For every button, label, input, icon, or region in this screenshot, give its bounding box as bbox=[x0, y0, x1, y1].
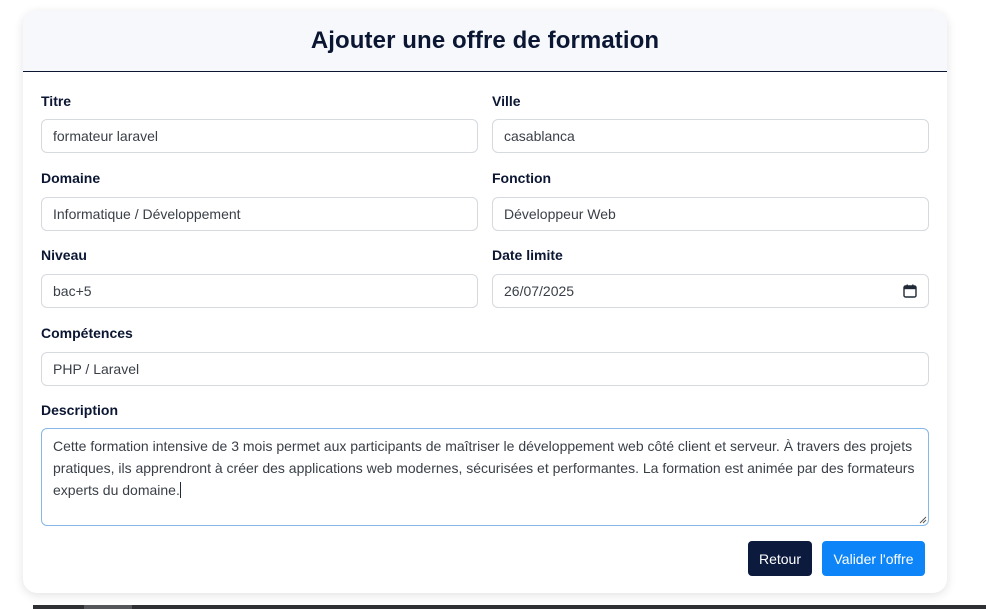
domaine-input[interactable]: Informatique / Développement bbox=[41, 197, 478, 231]
titre-input[interactable]: formateur laravel bbox=[41, 119, 478, 153]
back-button[interactable]: Retour bbox=[748, 541, 812, 576]
description-line-1: Cette formation intensive de 3 mois perm… bbox=[53, 438, 913, 454]
description-textarea[interactable]: Cette formation intensive de 3 mois perm… bbox=[41, 428, 929, 526]
competences-value: PHP / Laravel bbox=[53, 361, 140, 377]
competences-label: Compétences bbox=[41, 325, 133, 341]
titre-label: Titre bbox=[41, 93, 72, 109]
date-limite-label: Date limite bbox=[492, 247, 563, 263]
competences-input[interactable]: PHP / Laravel bbox=[41, 352, 929, 386]
page-title: Ajouter une offre de formation bbox=[310, 27, 660, 54]
date-limite-input[interactable]: 26/07/2025 bbox=[492, 274, 929, 308]
taskbar-segment bbox=[84, 605, 132, 609]
fonction-input[interactable]: Développeur Web bbox=[492, 197, 929, 231]
card-header: Ajouter une offre de formation bbox=[23, 11, 947, 72]
submit-offer-button[interactable]: Valider l'offre bbox=[822, 541, 925, 576]
domaine-label: Domaine bbox=[41, 170, 101, 186]
description-line-3-text: experts du domaine. bbox=[53, 482, 180, 498]
titre-value: formateur laravel bbox=[53, 128, 159, 144]
fonction-value: Développeur Web bbox=[504, 206, 616, 222]
date-limite-value: 26/07/2025 bbox=[504, 283, 575, 299]
taskbar-strip bbox=[33, 605, 986, 609]
niveau-input[interactable]: bac+5 bbox=[41, 274, 478, 308]
ville-value: casablanca bbox=[504, 128, 575, 144]
calendar-icon[interactable] bbox=[903, 284, 917, 298]
resize-grip-icon[interactable] bbox=[918, 515, 927, 524]
description-label: Description bbox=[41, 402, 119, 418]
description-line-3: experts du domaine. bbox=[53, 479, 917, 501]
description-line-2: pratiques, ils apprendront à créer des a… bbox=[53, 460, 915, 476]
ville-label: Ville bbox=[492, 93, 521, 109]
ville-input[interactable]: casablanca bbox=[492, 119, 929, 153]
niveau-value: bac+5 bbox=[53, 283, 92, 299]
niveau-label: Niveau bbox=[41, 247, 87, 263]
domaine-value: Informatique / Développement bbox=[53, 206, 241, 222]
fonction-label: Fonction bbox=[492, 170, 552, 186]
text-cursor bbox=[179, 482, 181, 498]
